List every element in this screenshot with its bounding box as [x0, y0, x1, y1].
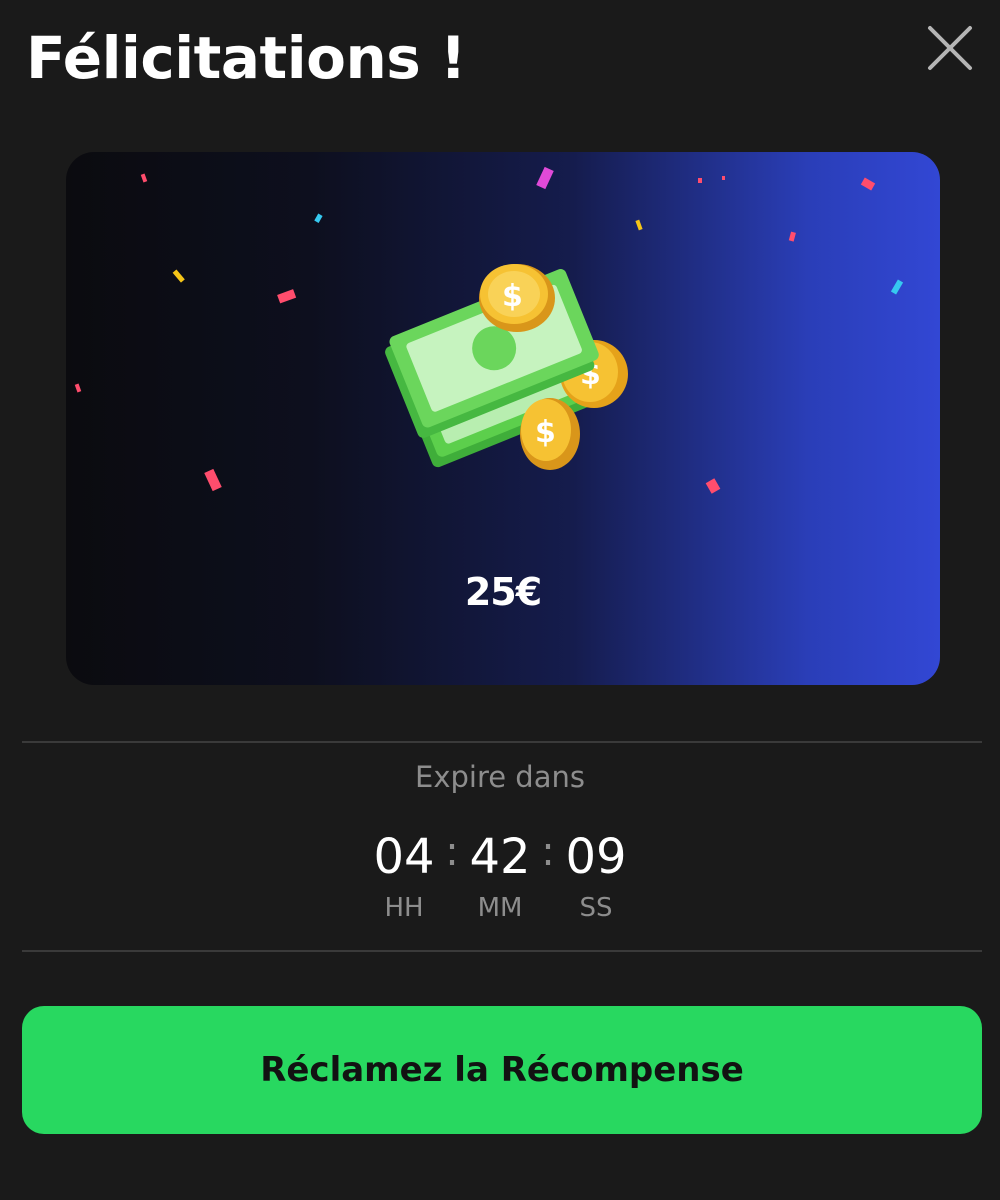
close-button[interactable] [922, 20, 978, 76]
countdown-seconds: 09 SS [548, 826, 644, 926]
minutes-value: 42 [469, 829, 531, 885]
seconds-value: 09 [565, 829, 627, 885]
reward-amount: 25€ [464, 570, 542, 614]
divider [22, 950, 982, 952]
expire-label: Expire dans [415, 760, 585, 794]
close-icon [928, 26, 972, 70]
money-bills-and-coins-icon: $ $ $ [385, 264, 628, 470]
countdown-minutes: 42 MM [452, 826, 548, 926]
dialog-title: Félicitations ! [26, 24, 466, 92]
reward-dialog: Félicitations ! $ $ $ 25€ Expire dans 04… [0, 0, 1000, 1200]
svg-text:$: $ [535, 415, 556, 450]
countdown-timer: 04 HH : 42 MM : 09 SS [0, 826, 1000, 926]
reward-card: $ $ $ 25€ [66, 152, 940, 685]
hours-label: HH [384, 893, 424, 923]
countdown-hours: 04 HH [356, 826, 452, 926]
claim-reward-button[interactable]: Réclamez la Récompense [22, 1006, 982, 1134]
divider [22, 741, 982, 743]
hours-value: 04 [373, 829, 435, 885]
minutes-label: MM [477, 893, 523, 923]
svg-text:$: $ [502, 279, 523, 314]
money-illustration: $ $ $ [374, 234, 634, 474]
seconds-label: SS [579, 893, 613, 923]
